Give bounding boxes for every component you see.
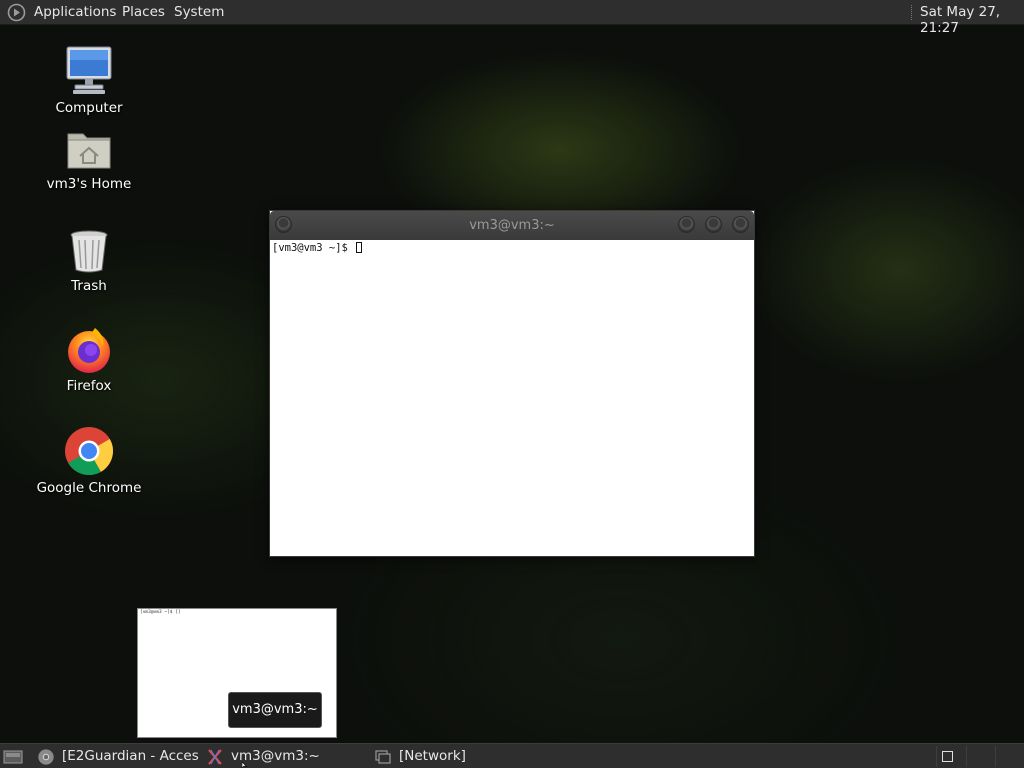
desktop-icon-label: Google Chrome xyxy=(36,480,142,496)
firefox-icon xyxy=(68,328,110,373)
taskbar-item-e2guardian[interactable]: [E2Guardian - Acces... xyxy=(32,744,200,768)
workspace-3[interactable] xyxy=(995,746,1024,767)
terminal-window[interactable]: vm3@vm3:~ [vm3@vm3 ~]$ xyxy=(269,210,755,557)
clock[interactable]: Sat May 27, 21:27 xyxy=(920,4,1024,36)
taskbar-item-network[interactable]: [Network] xyxy=(370,744,540,768)
taskbar-item-label: [Network] xyxy=(399,748,466,764)
window-preview-tooltip: vm3@vm3:~ xyxy=(228,692,322,728)
minimize-button[interactable] xyxy=(678,216,695,233)
close-button[interactable] xyxy=(732,216,749,233)
desktop-icon-home[interactable]: vm3's Home xyxy=(24,126,154,192)
terminal-cursor xyxy=(356,242,363,253)
menu-applications[interactable]: Applications xyxy=(34,4,116,20)
computer-icon xyxy=(66,46,112,94)
terminal-prompt: [vm3@vm3 ~]$ xyxy=(272,242,355,254)
applications-logo-icon[interactable] xyxy=(7,3,26,22)
network-window-icon xyxy=(375,750,391,764)
desktop-icon-firefox[interactable]: Firefox xyxy=(24,326,154,394)
preview-text: [vm3@vm3 ~]$ [] xyxy=(140,610,181,615)
desktop-icon-label: vm3's Home xyxy=(46,176,132,192)
panel-separator xyxy=(911,5,913,20)
terminal-content[interactable]: [vm3@vm3 ~]$ xyxy=(270,240,754,556)
mouse-pointer-icon xyxy=(242,762,248,768)
bottom-panel: [E2Guardian - Acces... vm3@vm3:~ [Networ… xyxy=(0,743,1024,768)
taskbar-item-terminal[interactable]: vm3@vm3:~ xyxy=(202,744,368,768)
chrome-icon xyxy=(65,427,114,476)
workspace-active-icon xyxy=(942,751,953,762)
terminal-x-icon xyxy=(208,749,222,765)
terminal-line: [vm3@vm3 ~]$ xyxy=(272,242,363,254)
desktop-icon-chrome[interactable]: Google Chrome xyxy=(24,426,154,496)
desktop-icon-label: Trash xyxy=(71,278,107,294)
desktop-icon-label: Computer xyxy=(55,100,123,116)
menu-places[interactable]: Places xyxy=(122,4,165,20)
terminal-titlebar[interactable]: vm3@vm3:~ xyxy=(270,211,754,240)
trash-icon xyxy=(70,230,108,273)
taskbar-item-label: [E2Guardian - Acces... xyxy=(62,748,200,764)
show-desktop-icon xyxy=(3,750,23,764)
top-panel: Applications Places System Sat May 27, 2… xyxy=(0,0,1024,36)
workspace-1[interactable] xyxy=(936,746,966,767)
home-folder-icon xyxy=(67,133,111,169)
maximize-button[interactable] xyxy=(705,216,722,233)
desktop-icon-trash[interactable]: Trash xyxy=(24,228,154,294)
desktop-icon-computer[interactable]: Computer xyxy=(24,44,154,116)
chrome-icon xyxy=(38,749,54,765)
workspace-2[interactable] xyxy=(966,746,996,767)
desktop-icon-label: Firefox xyxy=(66,378,112,394)
menu-system[interactable]: System xyxy=(174,4,224,20)
show-desktop-button[interactable] xyxy=(0,744,30,768)
